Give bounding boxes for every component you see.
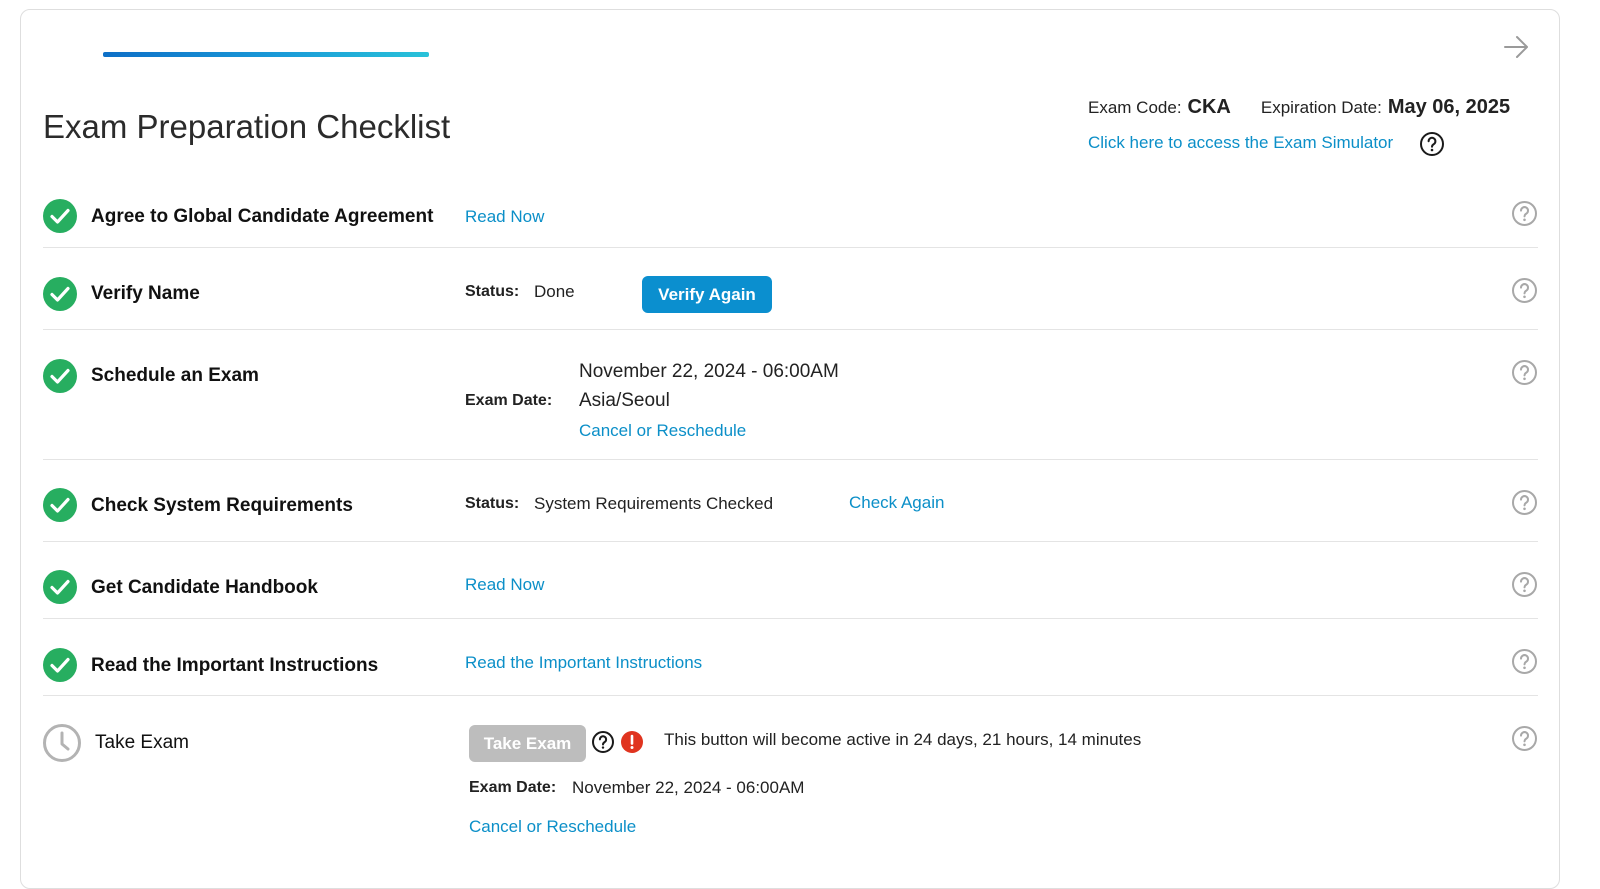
- check-again-link[interactable]: Check Again: [849, 493, 944, 513]
- question-circle-icon[interactable]: [1419, 131, 1445, 157]
- verify-again-button[interactable]: Verify Again: [642, 276, 772, 313]
- item-title-schedule: Schedule an Exam: [91, 365, 259, 386]
- question-circle-icon[interactable]: [1511, 648, 1538, 675]
- question-circle-icon[interactable]: [1511, 359, 1538, 386]
- exclamation-circle-icon: [621, 731, 643, 753]
- check-circle-icon: [43, 648, 77, 682]
- exam-meta: Exam Code: CKA Expiration Date: May 06, 202…: [1088, 96, 1510, 119]
- read-handbook-link[interactable]: Read Now: [465, 575, 544, 595]
- question-circle-icon[interactable]: [1511, 571, 1538, 598]
- arrow-right-icon[interactable]: [1502, 33, 1532, 61]
- exam-date-label: Exam Date:: [469, 779, 557, 796]
- check-circle-icon: [43, 570, 77, 604]
- item-title-verify-name: Verify Name: [91, 283, 200, 304]
- take-exam-button[interactable]: Take Exam: [469, 725, 586, 762]
- exam-code-label: Exam Code:: [1088, 98, 1182, 117]
- status-label: Status:: [465, 495, 520, 512]
- question-circle-icon[interactable]: [1511, 725, 1538, 752]
- read-agreement-link[interactable]: Read Now: [465, 207, 544, 227]
- verify-name-status: Done: [534, 282, 575, 301]
- exam-simulator-link[interactable]: Click here to access the Exam Simulator: [1088, 133, 1393, 153]
- clock-icon: [43, 724, 81, 762]
- question-circle-icon[interactable]: [1511, 277, 1538, 304]
- read-instructions-link[interactable]: Read the Important Instructions: [465, 653, 702, 673]
- row-divider: [43, 541, 1538, 542]
- check-circle-icon: [43, 199, 77, 233]
- row-divider: [43, 618, 1538, 619]
- check-circle-icon: [43, 277, 77, 311]
- take-exam-notice: This button will become active in 24 day…: [664, 730, 1142, 749]
- row-divider: [43, 459, 1538, 460]
- question-circle-icon[interactable]: [591, 730, 615, 754]
- row-divider: [43, 247, 1538, 248]
- page-title: Exam Preparation Checklist: [43, 108, 451, 145]
- item-title-take-exam: Take Exam: [95, 732, 189, 753]
- row-divider: [43, 695, 1538, 696]
- check-circle-icon: [43, 359, 77, 393]
- check-circle-icon: [43, 488, 77, 522]
- status-label: Status:: [465, 283, 520, 300]
- exam-code-value: CKA: [1187, 96, 1231, 118]
- item-title-instructions: Read the Important Instructions: [91, 655, 379, 676]
- question-circle-icon[interactable]: [1511, 200, 1538, 227]
- progress-bar-fill: [103, 52, 429, 57]
- item-title-handbook: Get Candidate Handbook: [91, 577, 318, 598]
- system-check-status: System Requirements Checked: [534, 494, 774, 513]
- question-circle-icon[interactable]: [1511, 489, 1538, 516]
- row-divider: [43, 329, 1538, 330]
- expiration-date-label: Expiration Date:: [1260, 98, 1382, 117]
- item-title-agreement: Agree to Global Candidate Agreement: [91, 206, 434, 227]
- item-title-system-requirements: Check System Requirements: [91, 495, 353, 516]
- scheduled-timezone: Asia/Seoul: [579, 390, 670, 411]
- take-exam-date: November 22, 2024 - 06:00AM: [572, 778, 805, 797]
- cancel-reschedule-link[interactable]: Cancel or Reschedule: [579, 421, 746, 441]
- scheduled-exam-date: November 22, 2024 - 06:00AM: [579, 361, 839, 382]
- expiration-date-value: May 06, 2025: [1387, 96, 1511, 118]
- exam-date-label: Exam Date:: [465, 392, 553, 409]
- cancel-reschedule-link[interactable]: Cancel or Reschedule: [469, 817, 636, 837]
- progress-bar: [103, 52, 811, 57]
